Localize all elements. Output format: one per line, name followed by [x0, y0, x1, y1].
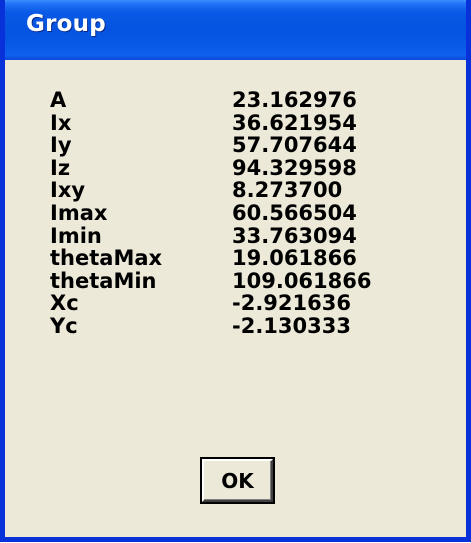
property-label: Yc — [50, 313, 78, 338]
property-row-xc: Xc -2.921636 — [50, 292, 410, 315]
ok-button[interactable]: OK — [200, 457, 275, 504]
group-dialog: Group A 23.162976 Ix 36.621954 Iy 57.707… — [0, 0, 471, 542]
property-label: Ixy — [50, 178, 86, 203]
property-label: A — [50, 88, 67, 112]
property-label: Ix — [50, 110, 72, 135]
property-value: 8.273700 — [232, 178, 343, 203]
property-value: 60.566504 — [232, 200, 357, 225]
property-row-thetamax: thetaMax 19.061866 — [50, 247, 410, 270]
property-value: 19.061866 — [232, 246, 357, 271]
property-row-ixy: Ixy 8.273700 — [50, 179, 410, 202]
property-value: 57.707644 — [232, 133, 357, 158]
dialog-title: Group — [26, 11, 106, 37]
property-row-ix: Ix 36.621954 — [50, 110, 410, 135]
property-value: -2.130333 — [232, 313, 351, 338]
property-value: 94.329598 — [232, 155, 357, 180]
property-row-iz: Iz 94.329598 — [50, 157, 410, 180]
property-label: Iz — [50, 155, 71, 180]
property-row-thetamin: thetaMin 109.061866 — [50, 270, 410, 293]
property-row-yc: Yc -2.130333 — [50, 315, 410, 338]
property-row-imin: Imin 33.763094 — [50, 223, 410, 248]
property-label: thetaMax — [50, 246, 163, 271]
property-row-a: A 23.162976 — [50, 89, 410, 112]
property-value: -2.921636 — [232, 291, 351, 316]
property-label: Imin — [50, 223, 102, 248]
title-bar[interactable]: Group — [1, 0, 470, 60]
property-label: thetaMin — [50, 268, 157, 293]
property-value: 36.621954 — [232, 110, 357, 135]
property-value: 109.061866 — [232, 268, 372, 293]
property-row-imax: Imax 60.566504 — [50, 202, 410, 225]
properties-list: A 23.162976 Ix 36.621954 Iy 57.707644 Iz… — [50, 89, 410, 338]
property-value: 23.162976 — [232, 88, 357, 112]
property-label: Imax — [50, 200, 108, 225]
property-value: 33.763094 — [232, 223, 357, 248]
property-label: Xc — [50, 291, 79, 316]
property-row-iy: Iy 57.707644 — [50, 134, 410, 157]
property-label: Iy — [50, 133, 72, 158]
